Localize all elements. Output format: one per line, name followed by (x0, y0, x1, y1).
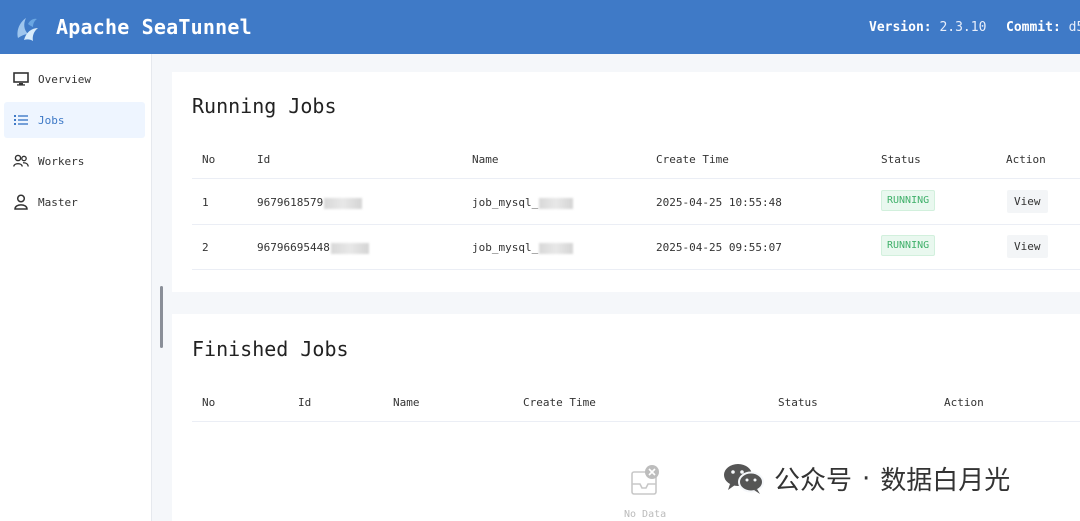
cell-name: job_mysql_ (472, 196, 574, 209)
table-divider (192, 421, 1080, 422)
redacted-mask (330, 242, 369, 254)
job-name-text: job_mysql_ (472, 196, 539, 209)
cell-id: 9679618579 (257, 196, 363, 209)
job-name-text: job_mysql_ (472, 241, 539, 254)
col-header-no: No (202, 153, 216, 166)
job-id-text: 9679618579 (257, 196, 324, 209)
redacted-mask (539, 197, 574, 209)
sidebar: Overview Jobs Workers Master (0, 54, 152, 521)
col-header-status: Status (778, 396, 818, 409)
commit-label: Commit: (1006, 20, 1061, 35)
job-id-text: 96796695448 (257, 241, 330, 254)
empty-box-icon (631, 465, 659, 495)
list-icon (13, 112, 29, 128)
app-title: Apache SeaTunnel (56, 15, 252, 39)
status-badge: RUNNING (881, 235, 936, 256)
cell-id: 96796695448 (257, 241, 369, 254)
col-header-no: No (202, 396, 216, 409)
commit-info: Commit: d5 (1006, 20, 1080, 35)
commit-value: d5 (1068, 20, 1080, 35)
view-button[interactable]: View (1007, 235, 1048, 258)
wechat-icon (724, 463, 764, 494)
col-header-id: Id (257, 153, 271, 166)
table-divider (192, 178, 1080, 179)
col-header-status: Status (881, 153, 921, 166)
cell-no: 1 (202, 196, 209, 209)
sidebar-item-master[interactable]: Master (4, 184, 145, 220)
watermark-account: 数据白月光 (880, 466, 1011, 496)
table-divider (192, 269, 1080, 270)
col-header-name: Name (393, 396, 420, 409)
watermark-label: 公众号 (774, 466, 853, 496)
app-header: Apache SeaTunnel Version: 2.3.10 Commit:… (0, 0, 1080, 54)
status-badge: RUNNING (881, 190, 936, 211)
running-jobs-title: Running Jobs (192, 94, 337, 118)
col-header-action: Action (1006, 153, 1046, 166)
scrollbar-thumb[interactable] (160, 286, 163, 348)
redacted-mask (539, 242, 574, 254)
col-header-id: Id (298, 396, 312, 409)
sidebar-item-overview[interactable]: Overview (4, 61, 145, 97)
cell-name: job_mysql_ (472, 241, 574, 254)
empty-text: No Data (624, 509, 667, 520)
sidebar-item-label: Workers (38, 154, 85, 168)
sidebar-item-label: Jobs (38, 113, 65, 127)
col-header-create-time: Create Time (656, 153, 729, 166)
col-header-create-time: Create Time (523, 396, 596, 409)
sidebar-item-jobs[interactable]: Jobs (4, 102, 145, 138)
seatunnel-logo-icon[interactable] (12, 12, 42, 44)
monitor-icon (13, 71, 29, 87)
cell-create-time: 2025-04-25 10:55:48 (656, 196, 782, 209)
user-icon (13, 194, 29, 210)
sidebar-item-workers[interactable]: Workers (4, 143, 145, 179)
col-header-action: Action (944, 396, 984, 409)
col-header-name: Name (472, 153, 499, 166)
version-value: 2.3.10 (939, 20, 987, 35)
wechat-watermark: 公众号 · 数据白月光 (722, 460, 1010, 497)
users-icon (13, 153, 29, 169)
sidebar-item-label: Master (38, 195, 78, 209)
sidebar-item-label: Overview (38, 72, 91, 86)
version-label: Version: (869, 20, 932, 35)
view-button[interactable]: View (1007, 190, 1048, 213)
finished-jobs-title: Finished Jobs (192, 337, 349, 361)
table-divider (192, 224, 1080, 225)
version-info: Version: 2.3.10 (869, 20, 986, 35)
cell-create-time: 2025-04-25 09:55:07 (656, 241, 782, 254)
redacted-mask (324, 197, 363, 209)
cell-no: 2 (202, 241, 209, 254)
watermark-separator: · (862, 463, 871, 494)
